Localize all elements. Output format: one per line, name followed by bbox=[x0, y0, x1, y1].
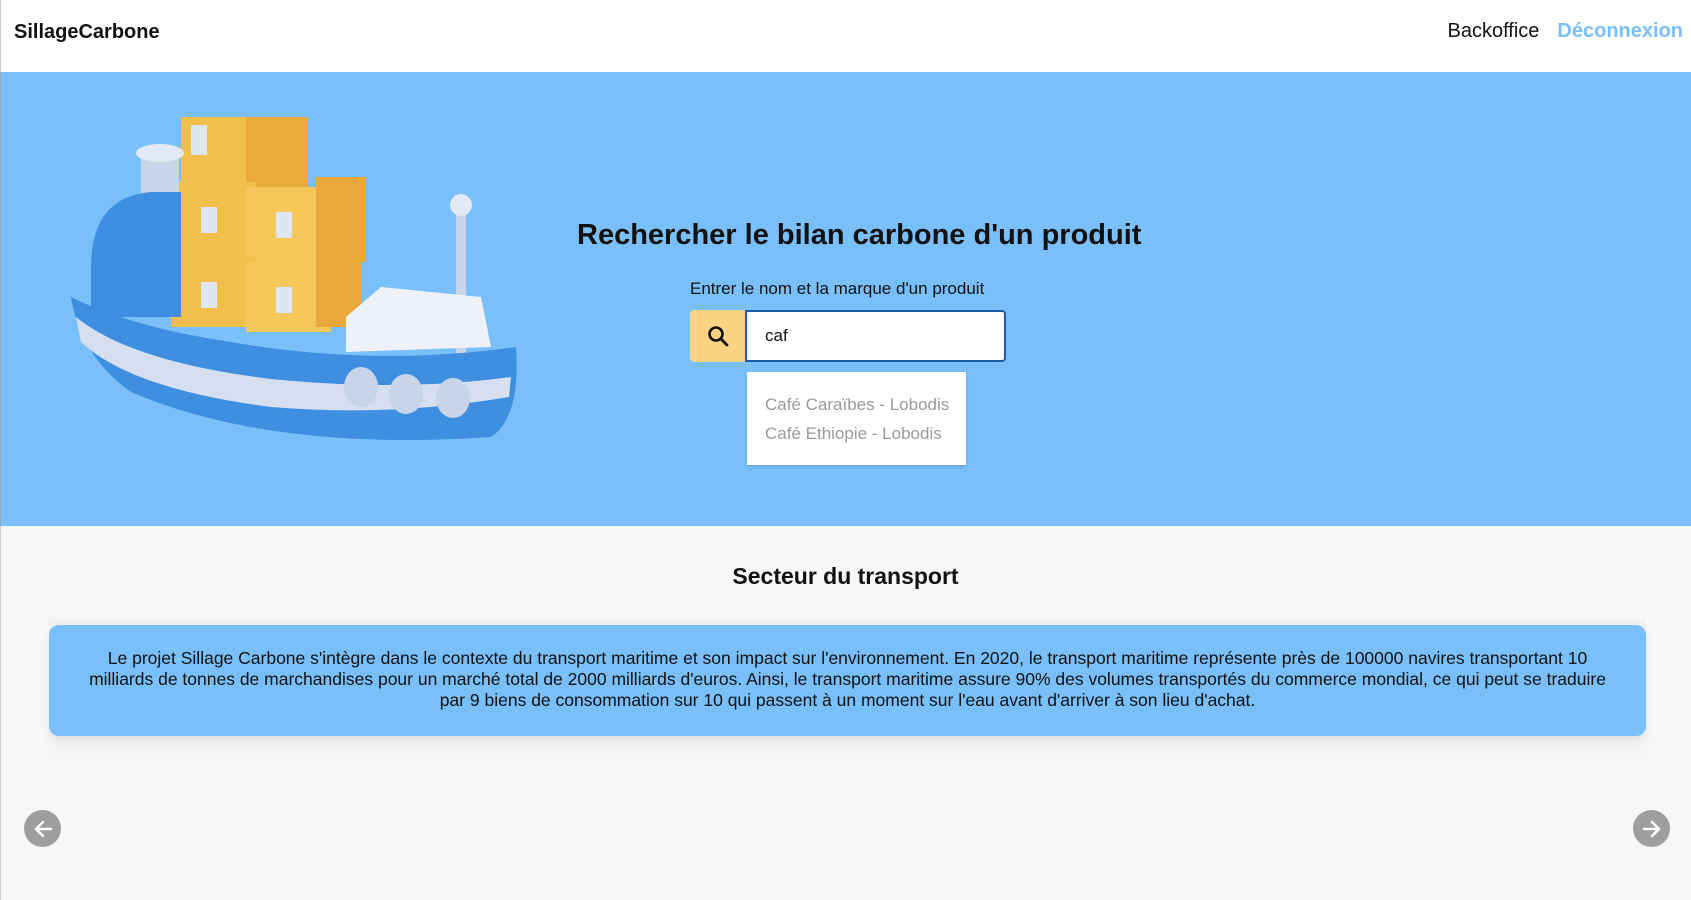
search-icon bbox=[708, 326, 729, 347]
navbar: SillageCarbone Backoffice Déconnexion bbox=[0, 0, 1691, 72]
suggestion-item[interactable]: Café Ethiopie - Lobodis bbox=[765, 419, 966, 448]
nav-links: Backoffice Déconnexion bbox=[1448, 20, 1683, 43]
brand-logo[interactable]: SillageCarbone bbox=[14, 21, 160, 44]
logout-link[interactable]: Déconnexion bbox=[1557, 20, 1683, 43]
hero-section: Rechercher le bilan carbone d'un produit… bbox=[0, 72, 1691, 526]
arrow-left-icon bbox=[34, 820, 52, 837]
carousel-card: Le projet Sillage Carbone s'intègre dans… bbox=[49, 625, 1646, 736]
page-title: Rechercher le bilan carbone d'un produit bbox=[577, 219, 1142, 251]
search-button[interactable] bbox=[690, 310, 746, 362]
carousel-prev-button[interactable] bbox=[24, 810, 61, 847]
suggestion-item[interactable]: Café Caraïbes - Lobodis bbox=[765, 390, 966, 419]
arrow-right-icon bbox=[1642, 820, 1660, 837]
cargo-ship-illustration bbox=[71, 117, 517, 440]
backoffice-link[interactable]: Backoffice bbox=[1448, 20, 1540, 43]
cargo-boxes bbox=[171, 117, 366, 332]
suggestions-dropdown: Café Caraïbes - Lobodis Café Ethiopie - … bbox=[747, 372, 966, 465]
carousel-next-button[interactable] bbox=[1633, 810, 1670, 847]
search-input[interactable] bbox=[745, 310, 1006, 362]
section-title: Secteur du transport bbox=[732, 563, 959, 589]
search-label: Entrer le nom et la marque d'un produit bbox=[690, 279, 985, 298]
